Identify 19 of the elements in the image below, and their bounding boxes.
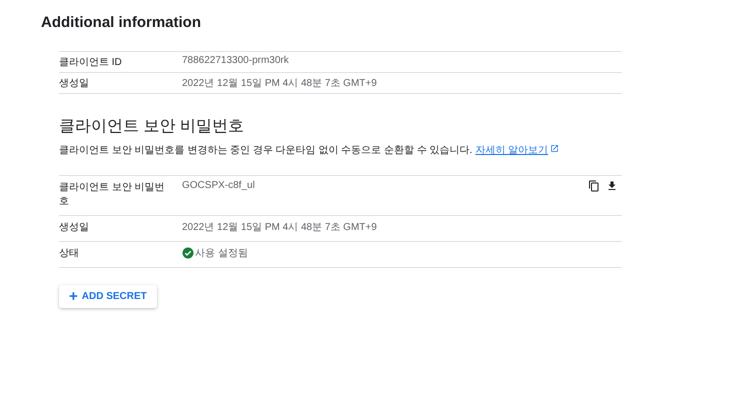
add-secret-button[interactable]: + ADD SECRET xyxy=(59,285,157,308)
description-text: 클라이언트 보안 비밀번호를 변경하는 중인 경우 다운타임 없이 수동으로 순환할 수 있습니다. xyxy=(59,145,472,156)
field-label: 상태 xyxy=(59,247,80,260)
field-value: 2022년 12월 15일 PM 4시 48분 7초 GMT+9 xyxy=(182,77,378,90)
check-circle-icon xyxy=(182,247,194,259)
section-heading: 클라이언트 보안 비밀번호 xyxy=(59,117,245,137)
download-icon[interactable] xyxy=(606,180,618,192)
field-label: 생성일 xyxy=(59,77,90,90)
field-label: 클라이언트 ID xyxy=(59,56,123,69)
external-link-icon xyxy=(550,144,560,153)
field-label: 클라이언트 보안 비밀번호 xyxy=(59,181,166,208)
copy-icon[interactable] xyxy=(588,180,600,192)
field-value: 788622713300-prm30rk xyxy=(182,55,290,66)
field-value: 2022년 12월 15일 PM 4시 48분 7초 GMT+9 xyxy=(182,221,378,234)
field-value: GOCSPX-c8f_ul xyxy=(182,180,256,191)
learn-more-link[interactable]: 자세히 알아보기 xyxy=(475,145,560,156)
status-text: 사용 설정됨 xyxy=(195,247,248,260)
field-label: 생성일 xyxy=(59,221,90,234)
section-title: Additional information xyxy=(41,14,202,31)
